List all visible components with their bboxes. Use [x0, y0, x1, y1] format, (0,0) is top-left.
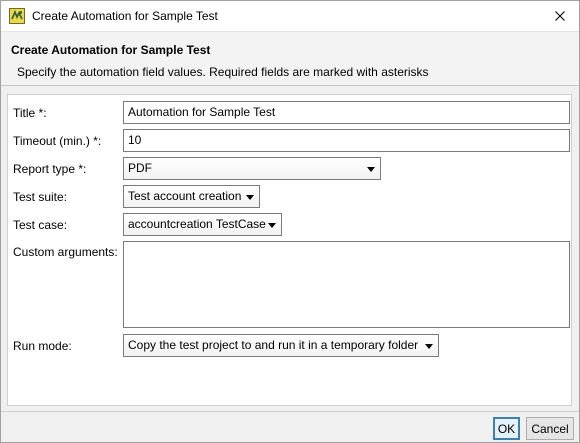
title-label: Title *: [13, 106, 47, 120]
test-case-value: accountcreation TestCase [128, 217, 266, 231]
chevron-down-icon [425, 344, 433, 349]
footer-divider [1, 411, 579, 412]
title-bar[interactable]: Create Automation for Sample Test [1, 1, 579, 32]
timeout-input[interactable]: 10 [123, 129, 570, 152]
ok-button[interactable]: OK [493, 417, 520, 440]
header-title: Create Automation for Sample Test [11, 43, 211, 57]
form-panel: Title *: Automation for Sample Test Time… [7, 94, 572, 406]
test-suite-select[interactable]: Test account creation [123, 185, 260, 208]
chevron-down-icon [367, 167, 375, 172]
close-icon [555, 11, 565, 21]
chevron-down-icon [268, 223, 276, 228]
report-type-value: PDF [128, 161, 152, 175]
chevron-down-icon [246, 195, 254, 200]
timeout-label: Timeout (min.) *: [13, 134, 102, 148]
run-mode-select[interactable]: Copy the test project to and run it in a… [123, 334, 439, 357]
run-mode-label: Run mode: [13, 339, 72, 353]
dialog-header: Create Automation for Sample Test Specif… [1, 32, 579, 86]
test-case-select[interactable]: accountcreation TestCase [123, 213, 282, 236]
dialog-window: Create Automation for Sample Test Create… [0, 0, 580, 443]
custom-arguments-label: Custom arguments: [13, 245, 118, 259]
report-type-label: Report type *: [13, 162, 87, 176]
custom-arguments-input[interactable] [123, 241, 570, 328]
run-mode-value: Copy the test project to and run it in a… [128, 338, 419, 352]
close-button[interactable] [549, 6, 571, 26]
window-title: Create Automation for Sample Test [32, 9, 218, 23]
test-case-label: Test case: [13, 218, 68, 232]
title-input[interactable]: Automation for Sample Test [123, 101, 570, 124]
report-type-select[interactable]: PDF [123, 157, 381, 180]
test-suite-value: Test account creation [128, 189, 242, 203]
header-description: Specify the automation field values. Req… [17, 65, 429, 79]
app-logo-icon [9, 8, 25, 24]
test-suite-label: Test suite: [13, 190, 68, 204]
cancel-button[interactable]: Cancel [526, 417, 574, 440]
